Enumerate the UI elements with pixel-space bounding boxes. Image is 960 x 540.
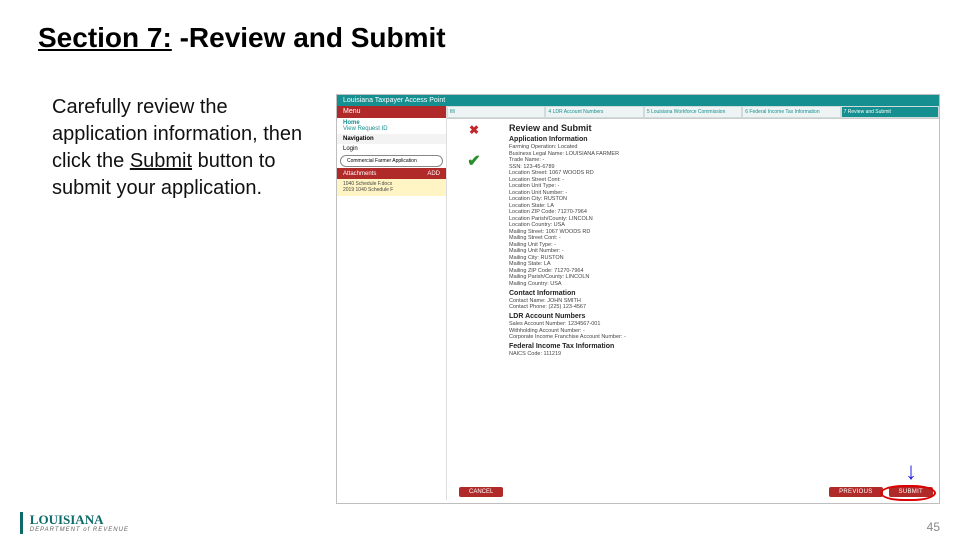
title-section: Section 7: <box>38 22 172 53</box>
sidebar-app-line[interactable]: Commercial Farmer Application <box>340 155 443 167</box>
row: Location Unit Number: - <box>509 190 931 196</box>
row: Corporate Income Franchise Account Numbe… <box>509 334 931 340</box>
instruction-submit-word: Submit <box>130 150 192 172</box>
row: Sales Account Number: 1234567-001 <box>509 321 931 327</box>
app-header: Louisiana Taxpayer Access Point <box>337 95 939 106</box>
review-content: Review and Submit Application Informatio… <box>501 119 939 362</box>
step-tabs: fill 4 LDR Account Numbers 5 Louisiana W… <box>447 106 939 119</box>
sidebar-request[interactable]: View Request ID <box>343 126 440 132</box>
sidebar-nav-header: Navigation <box>337 134 446 144</box>
instruction-text: Carefully review the application informa… <box>52 94 322 504</box>
slide-footer: LOUISIANA DEPARTMENT of REVENUE 45 <box>20 512 940 534</box>
row: Location City: RUSTON <box>509 196 931 202</box>
row: Mailing Unit Number: - <box>509 248 931 254</box>
section-contact: Contact Information <box>509 290 931 297</box>
step-tab-5[interactable]: 5 Louisiana Workforce Commission <box>644 106 742 118</box>
row: Mailing Street: 1067 WOODS RD <box>509 229 931 235</box>
main-panel: fill 4 LDR Account Numbers 5 Louisiana W… <box>447 106 939 500</box>
sidebar-file-desc: 2019 1040 Schedule F <box>343 188 440 194</box>
row: SSN: 123-45-6789 <box>509 164 931 170</box>
sidebar-add-button[interactable]: ADD <box>427 171 440 177</box>
review-title: Review and Submit <box>509 123 931 133</box>
section-appinfo: Application Information <box>509 136 931 143</box>
check-mark-icon: ✔ <box>467 151 480 171</box>
logo-bar-icon <box>20 512 23 534</box>
sidebar-attachments-label: Attachments <box>343 171 376 177</box>
cancel-button[interactable]: Cancel <box>459 487 503 497</box>
step-tab-1[interactable]: fill <box>447 106 545 118</box>
page-number: 45 <box>927 520 940 534</box>
row: Withholding Account Number: - <box>509 328 931 334</box>
row: Mailing ZIP Code: 71270-7964 <box>509 268 931 274</box>
row: Mailing Street Cont: - <box>509 235 931 241</box>
row: Business Legal Name: LOUISIANA FARMER <box>509 151 931 157</box>
title-rest: -Review and Submit <box>172 22 446 53</box>
slide-title: Section 7: -Review and Submit <box>0 0 960 54</box>
validation-column: ✖ ✔ <box>447 119 501 362</box>
row: Location Parish/County: LINCOLN <box>509 216 931 222</box>
row: Location State: LA <box>509 203 931 209</box>
row: Farming Operation: Located <box>509 144 931 150</box>
row: Location Unit Type: - <box>509 183 931 189</box>
row: Mailing State: LA <box>509 261 931 267</box>
submit-button[interactable]: Submit <box>889 487 933 497</box>
step-tab-4[interactable]: 4 LDR Account Numbers <box>545 106 643 118</box>
sidebar-menu[interactable]: Menu <box>337 106 446 118</box>
row: Location ZIP Code: 71270-7964 <box>509 209 931 215</box>
sidebar-login[interactable]: Login <box>337 144 446 154</box>
step-tab-6[interactable]: 6 Federal Income Tax Information <box>742 106 840 118</box>
row: Mailing City: RUSTON <box>509 255 931 261</box>
section-ldr: LDR Account Numbers <box>509 313 931 320</box>
row: Location Country: USA <box>509 222 931 228</box>
row: Mailing Parish/County: LINCOLN <box>509 274 931 280</box>
sidebar-attachments: Attachments ADD <box>337 168 446 179</box>
row: Location Street: 1067 WOODS RD <box>509 170 931 176</box>
step-tab-7[interactable]: 7 Review and Submit <box>841 106 939 118</box>
row: Contact Phone: (225) 123-4567 <box>509 304 931 310</box>
row: Location Street Cont: - <box>509 177 931 183</box>
section-fed: Federal Income Tax Information <box>509 343 931 350</box>
row: NAICS Code: 111219 <box>509 351 931 357</box>
logo-subtext: DEPARTMENT of REVENUE <box>30 527 129 533</box>
x-mark-icon: ✖ <box>469 123 479 137</box>
sidebar-attached-file[interactable]: 1040 Schedule F.docx 2019 1040 Schedule … <box>337 179 446 196</box>
previous-button[interactable]: Previous <box>829 487 882 497</box>
row: Trade Name: - <box>509 157 931 163</box>
row: Contact Name: JOHN SMITH <box>509 298 931 304</box>
row: Mailing Country: USA <box>509 281 931 287</box>
logo-text: LOUISIANA <box>30 512 104 527</box>
row: Mailing Unit Type: - <box>509 242 931 248</box>
footer-logo: LOUISIANA DEPARTMENT of REVENUE <box>20 512 129 534</box>
sidebar: Menu Home View Request ID Navigation Log… <box>337 106 447 500</box>
app-screenshot: Louisiana Taxpayer Access Point Menu Hom… <box>336 94 940 504</box>
